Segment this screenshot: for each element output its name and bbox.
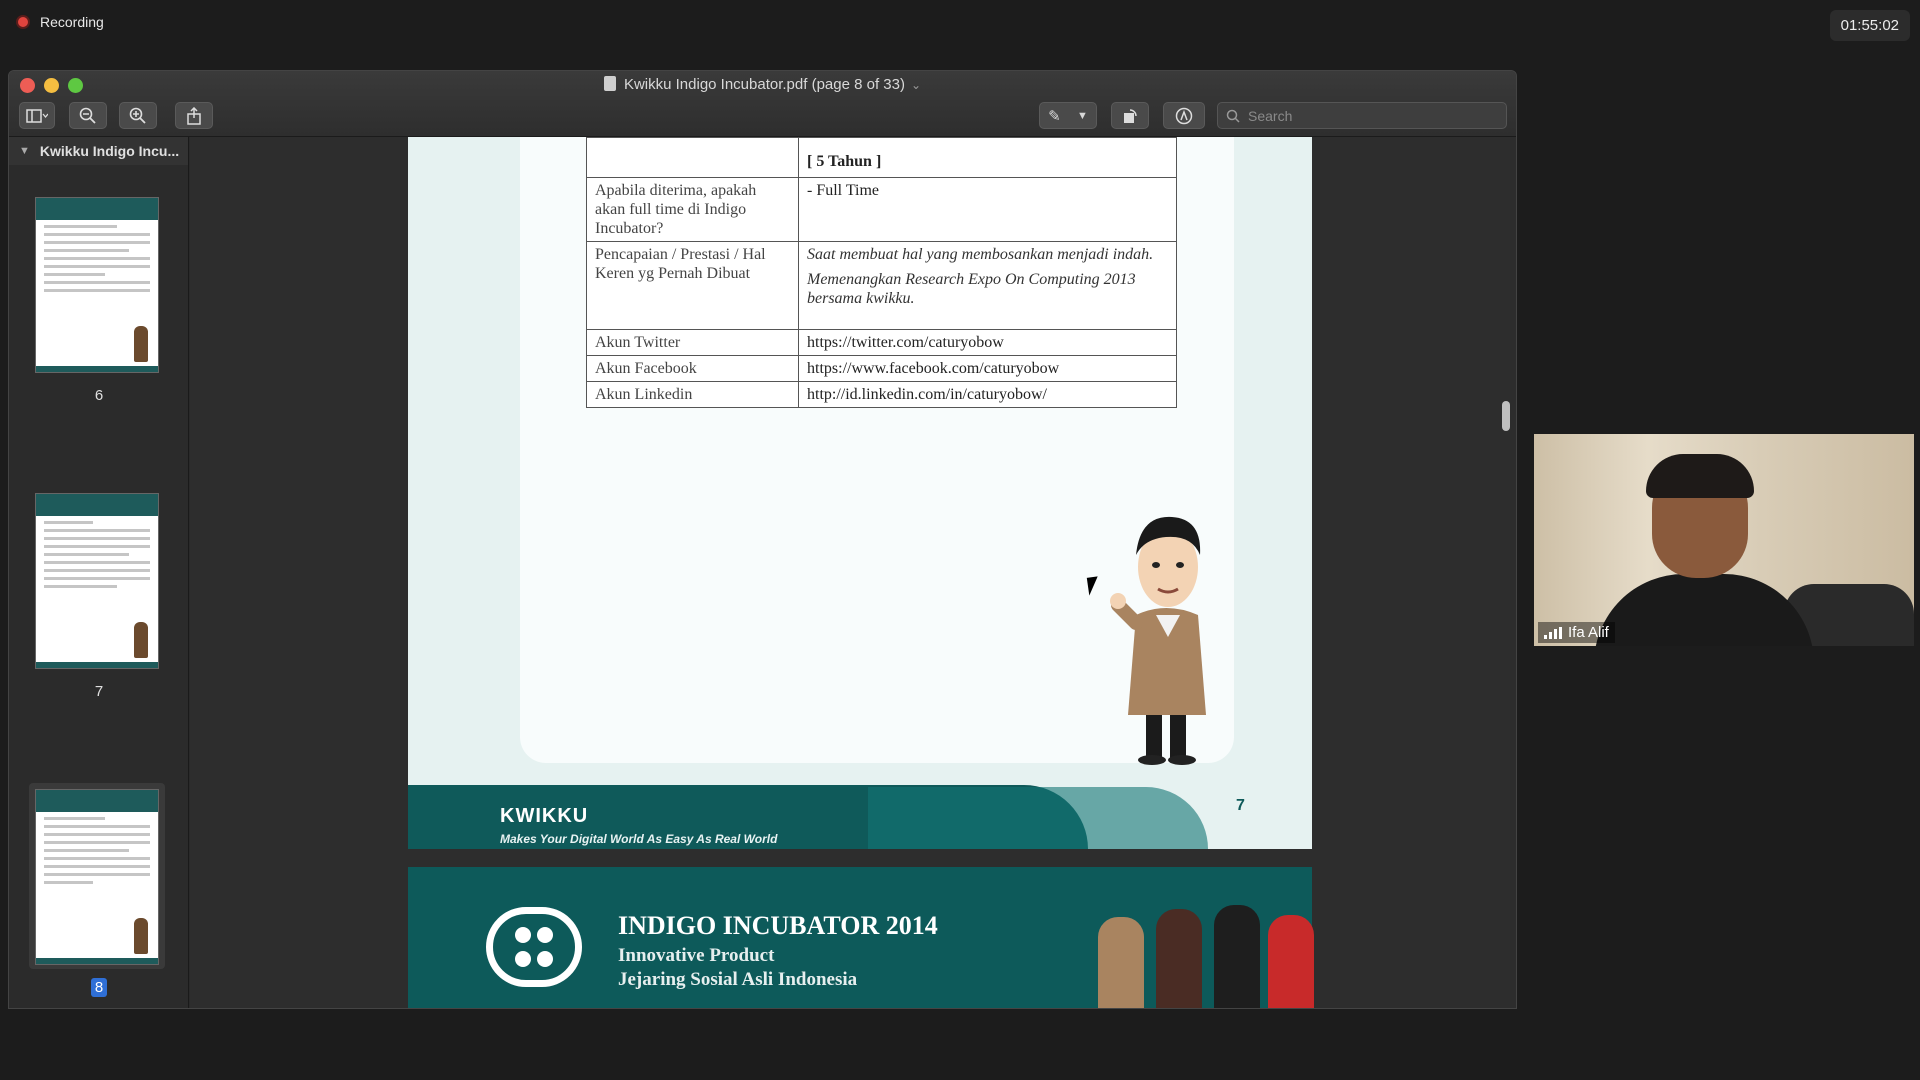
rotate-icon <box>1124 108 1137 123</box>
participant-name: Ifa Alif <box>1568 624 1609 641</box>
table-cell-label: Akun Twitter <box>586 329 799 356</box>
page-label-8-text: 8 <box>90 978 108 997</box>
participant-body <box>1594 574 1814 646</box>
annotate-icon <box>1175 107 1193 124</box>
character-figure-icon <box>134 918 148 954</box>
pdf-page-8-header: INDIGO INCUBATOR 2014 Innovative Product… <box>408 867 1314 1008</box>
profile-table: [ 5 Tahun ] Apabila diterima, apakah aka… <box>586 137 1177 408</box>
table-cell: [ 5 Tahun ] <box>798 137 1177 178</box>
cartoon-character-illustration <box>1110 516 1206 765</box>
sidebar-document-header[interactable]: ▼ Kwikku Indigo Incu... <box>9 137 188 165</box>
participant-name-tag: Ifa Alif <box>1538 622 1615 643</box>
search-field[interactable] <box>1217 102 1507 129</box>
search-icon <box>1226 109 1240 123</box>
page-thumbnail-7[interactable] <box>35 493 159 669</box>
pen-icon: ✎ <box>1048 107 1061 125</box>
window-title-text: Kwikku Indigo Incubator.pdf (page 8 of 3… <box>623 76 905 93</box>
thumbnail-sidebar: ▼ Kwikku Indigo Incu... 6 7 8 <box>9 137 189 1008</box>
recording-label: Recording <box>40 14 104 30</box>
table-cell-label: Akun Linkedin <box>586 381 799 408</box>
pdf-document-icon <box>603 76 616 91</box>
page-number: 7 <box>1236 797 1245 814</box>
vertical-scrollbar-thumb[interactable] <box>1502 401 1510 431</box>
signal-strength-icon <box>1544 626 1562 639</box>
achievement-text-2: Memenangkan Research Expo On Computing 2… <box>807 271 1136 307</box>
markup-button[interactable]: ✎ ▼ <box>1039 102 1097 129</box>
character-figure-icon <box>134 622 148 658</box>
disclosure-triangle-icon[interactable]: ▼ <box>19 145 30 157</box>
character-figure-icon <box>1156 909 1202 1008</box>
page-label-7: 7 <box>94 683 104 700</box>
sidebar-icon <box>26 108 48 123</box>
search-input[interactable] <box>1248 107 1488 124</box>
chevron-down-icon: ▼ <box>1076 109 1088 122</box>
sidebar-document-name: Kwikku Indigo Incu... <box>39 143 180 159</box>
next-page-subtitle-2: Jejaring Sosial Asli Indonesia <box>618 969 858 990</box>
character-figure-icon <box>134 326 148 362</box>
mouse-cursor-icon <box>1086 576 1101 596</box>
table-row: [ 5 Tahun ] <box>586 137 1177 178</box>
meeting-timer: 01:55:02 <box>1829 10 1910 41</box>
table-row: Akun Linkedin http://id.linkedin.com/in/… <box>586 381 1177 408</box>
zoom-in-icon <box>129 107 146 124</box>
participant-hair <box>1646 454 1754 498</box>
table-row: Akun Facebook https://www.facebook.com/c… <box>586 355 1177 382</box>
share-icon <box>187 106 201 125</box>
pdf-document-view[interactable]: [ 5 Tahun ] Apabila diterima, apakah aka… <box>190 137 1516 1008</box>
window-titlebar: Kwikku Indigo Incubator.pdf (page 8 of 3… <box>9 71 1516 137</box>
annotate-button[interactable] <box>1163 102 1205 129</box>
share-button[interactable] <box>175 102 213 129</box>
table-row: Pencapaian / Prestasi / Hal Keren yg Per… <box>586 241 1177 330</box>
table-cell-label: Pencapaian / Prestasi / Hal Keren yg Per… <box>586 241 799 330</box>
character-figure-icon <box>1268 915 1314 1008</box>
table-cell-value: Saat membuat hal yang membosankan menjad… <box>798 241 1177 330</box>
zoom-out-button[interactable] <box>69 102 107 129</box>
footer-banner-accent <box>868 787 1208 849</box>
page-label-6: 6 <box>94 387 104 404</box>
linkedin-link[interactable]: http://id.linkedin.com/in/caturyobow/ <box>798 381 1177 408</box>
record-icon <box>16 15 30 29</box>
indigo-logo-icon <box>486 907 582 987</box>
character-figure-icon <box>1214 905 1260 1008</box>
table-cell-label: Apabila diterima, apakah akan full time … <box>586 177 799 242</box>
rotate-button[interactable] <box>1111 102 1149 129</box>
footer-tagline: Makes Your Digital World As Easy As Real… <box>500 832 778 846</box>
footer-brand: KWIKKU <box>500 805 589 827</box>
page-label-8: 8 <box>9 978 189 997</box>
zoom-in-button[interactable] <box>119 102 157 129</box>
window-title[interactable]: Kwikku Indigo Incubator.pdf (page 8 of 3… <box>9 74 1516 96</box>
participant-video-tile[interactable]: Ifa Alif <box>1534 434 1914 646</box>
pdf-page-7: [ 5 Tahun ] Apabila diterima, apakah aka… <box>408 137 1312 849</box>
table-cell-label: Akun Facebook <box>586 355 799 382</box>
table-row: Akun Twitter https://twitter.com/caturyo… <box>586 329 1177 356</box>
page-thumbnail-8[interactable] <box>35 789 159 965</box>
preview-window: Kwikku Indigo Incubator.pdf (page 8 of 3… <box>8 70 1517 1009</box>
table-cell-value: - Full Time <box>798 177 1177 242</box>
character-figure-icon <box>1098 917 1144 1008</box>
recording-indicator[interactable]: Recording <box>16 14 104 30</box>
next-page-title: INDIGO INCUBATOR 2014 <box>618 911 938 940</box>
zoom-out-icon <box>79 107 96 124</box>
page-thumbnail-6[interactable] <box>35 197 159 373</box>
sidebar-toggle-button[interactable] <box>19 102 55 129</box>
table-row: Apabila diterima, apakah akan full time … <box>586 177 1177 242</box>
achievement-text-1: Saat membuat hal yang membosankan menjad… <box>807 246 1154 263</box>
next-page-subtitle-1: Innovative Product <box>618 945 775 966</box>
facebook-link[interactable]: https://www.facebook.com/caturyobow <box>798 355 1177 382</box>
chevron-down-icon: ⌄ <box>910 78 922 92</box>
twitter-link[interactable]: https://twitter.com/caturyobow <box>798 329 1177 356</box>
